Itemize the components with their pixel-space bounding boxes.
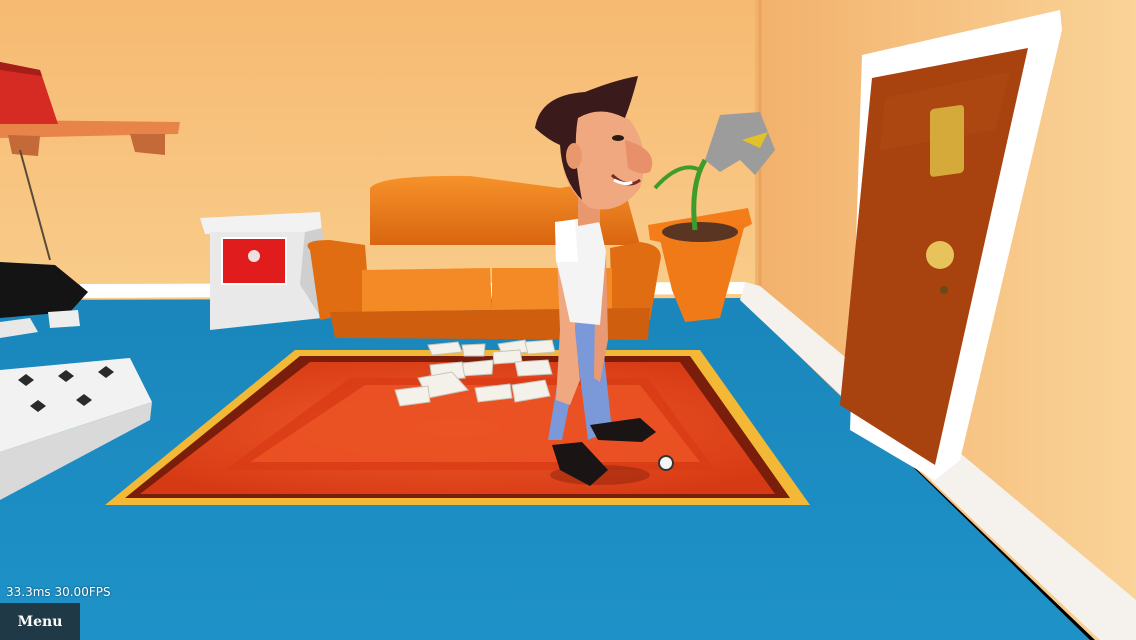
game-scene[interactable] <box>0 0 1136 640</box>
fps-readout: 33.3ms 30.00FPS <box>6 585 111 599</box>
white-nightstand <box>200 212 332 330</box>
small-ball <box>658 455 674 471</box>
menu-button[interactable]: Menu <box>0 603 80 640</box>
scene-render <box>0 0 1136 640</box>
